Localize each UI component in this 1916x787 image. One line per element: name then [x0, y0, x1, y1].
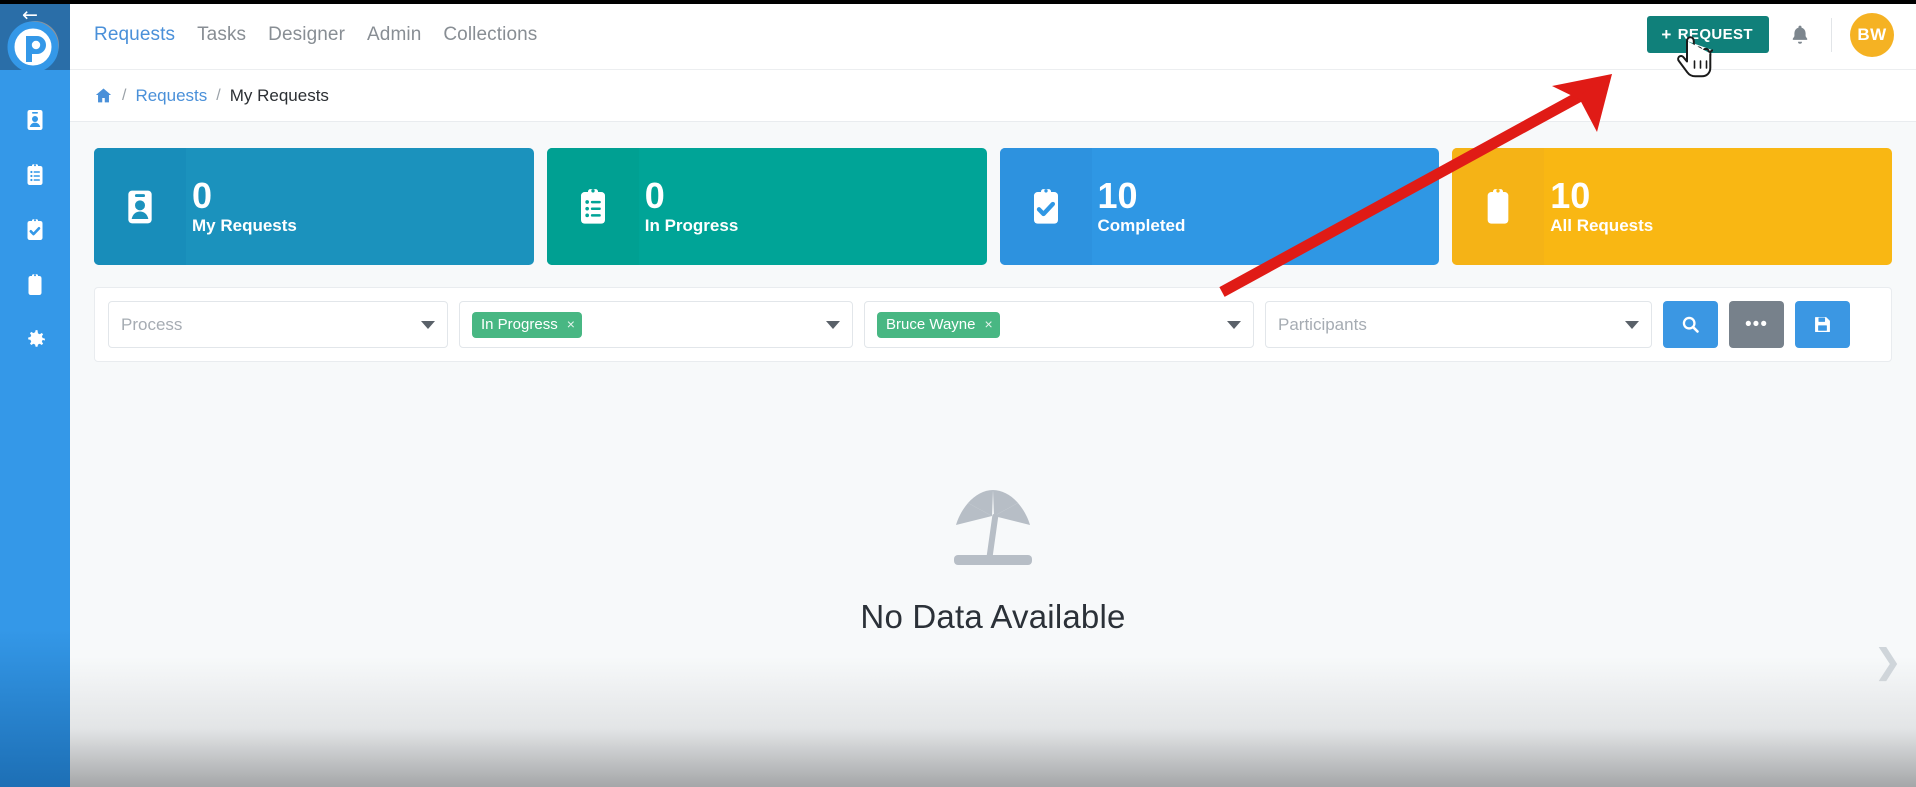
stat-card-body: 0 In Progress — [639, 174, 739, 237]
process-filter-placeholder: Process — [121, 314, 183, 334]
stat-card-completed[interactable]: 10 Completed — [999, 148, 1440, 265]
gear-icon — [27, 330, 45, 347]
sidebar: ← — [0, 0, 70, 787]
sidebar-item-settings[interactable] — [0, 312, 70, 367]
process-filter[interactable]: Process — [108, 301, 448, 348]
id-card-icon — [128, 190, 152, 223]
requester-filter[interactable]: Bruce Wayne × — [864, 301, 1254, 348]
stat-card-body: 10 Completed — [1092, 174, 1186, 237]
nav-link-tasks[interactable]: Tasks — [197, 24, 246, 46]
main-column: Requests Tasks Designer Admin Collection… — [70, 0, 1916, 787]
stat-card-icon-wrap — [999, 148, 1092, 265]
notifications-button[interactable] — [1769, 23, 1831, 47]
clipboard-check-icon — [1033, 188, 1058, 224]
nav-link-designer[interactable]: Designer — [268, 24, 345, 46]
chevron-down-icon — [1227, 320, 1241, 329]
ellipsis-icon: ••• — [1745, 313, 1768, 335]
stat-card-label: My Requests — [192, 216, 297, 236]
search-button[interactable] — [1663, 301, 1718, 348]
stat-card-label: Completed — [1097, 216, 1186, 236]
sidebar-items — [0, 70, 70, 367]
top-navigation: Requests Tasks Designer Admin Collection… — [70, 0, 1916, 70]
nav-link-admin[interactable]: Admin — [367, 24, 421, 46]
stat-card-label: All Requests — [1550, 216, 1654, 236]
stat-card-in-progress[interactable]: 0 In Progress — [546, 148, 987, 265]
save-icon — [1815, 317, 1830, 332]
nav-link-collections[interactable]: Collections — [443, 24, 537, 46]
breadcrumb: / Requests / My Requests — [70, 70, 1916, 122]
sidebar-logo[interactable]: ← — [0, 0, 70, 72]
stat-card-label: In Progress — [644, 216, 739, 236]
app-root: ← Requests Tasks Designer Admin Collecti… — [0, 0, 1916, 787]
sidebar-item-my-requests[interactable] — [0, 92, 70, 147]
stat-card-count: 10 — [1550, 174, 1591, 216]
breadcrumb-separator-1: / — [122, 86, 127, 104]
sidebar-item-completed[interactable] — [0, 202, 70, 257]
id-card-icon — [27, 109, 43, 130]
breadcrumb-link-requests[interactable]: Requests — [135, 86, 207, 106]
close-icon[interactable]: × — [567, 316, 575, 332]
filter-chip-status[interactable]: In Progress × — [472, 311, 582, 338]
participants-filter[interactable]: Participants — [1265, 301, 1652, 348]
clipboard-list-icon — [580, 188, 605, 224]
plus-icon: + — [1661, 25, 1672, 44]
search-icon — [1682, 316, 1699, 333]
chevron-down-icon — [421, 320, 435, 329]
pointer-hand-cursor — [1677, 36, 1714, 78]
nav-link-requests[interactable]: Requests — [94, 24, 175, 46]
sidebar-item-in-progress[interactable] — [0, 147, 70, 202]
stat-card-body: 0 My Requests — [186, 174, 297, 237]
clipboard-check-icon — [27, 218, 43, 240]
stat-card-icon-wrap — [94, 148, 186, 265]
clipboard-list-icon — [27, 163, 43, 185]
stat-card-all-requests[interactable]: 10 All Requests — [1452, 148, 1892, 265]
stat-card-icon-wrap — [546, 148, 639, 265]
chevron-down-icon — [826, 320, 840, 329]
filter-chip-label: Bruce Wayne — [886, 315, 976, 333]
bell-icon — [1792, 25, 1808, 44]
breadcrumb-current: My Requests — [229, 85, 329, 105]
more-options-button[interactable]: ••• — [1729, 301, 1784, 348]
chevron-down-icon — [1625, 320, 1639, 329]
window-top-edge — [0, 0, 1916, 4]
beach-umbrella-icon — [954, 490, 1032, 565]
filter-chip-requester[interactable]: Bruce Wayne × — [877, 311, 1000, 338]
page-content: 0 My Requests 0 In Progress 10 Completed… — [70, 122, 1916, 787]
sidebar-item-all-requests[interactable] — [0, 257, 70, 312]
stat-cards: 0 My Requests 0 In Progress 10 Completed… — [70, 122, 1916, 265]
home-icon[interactable] — [94, 86, 113, 105]
clipboard-icon — [1487, 188, 1509, 224]
status-filter[interactable]: In Progress × — [459, 301, 853, 348]
filter-chip-label: In Progress — [481, 315, 558, 333]
breadcrumb-separator-2: / — [216, 86, 221, 104]
avatar[interactable]: BW — [1850, 12, 1894, 57]
stat-card-my-requests[interactable]: 0 My Requests — [94, 148, 534, 265]
stat-card-count: 0 — [644, 174, 665, 216]
empty-state-message: No Data Available — [860, 598, 1126, 635]
stat-card-icon-wrap — [1452, 148, 1545, 265]
next-page-button[interactable]: ❯ — [1874, 645, 1903, 679]
stat-card-count: 0 — [192, 174, 213, 216]
back-arrow-icon[interactable]: ← — [22, 6, 38, 25]
empty-state: No Data Available — [70, 482, 1916, 636]
participants-filter-placeholder: Participants — [1278, 314, 1367, 334]
bottom-fade — [70, 657, 1916, 787]
stat-card-count: 10 — [1097, 174, 1138, 216]
filter-bar: Process In Progress × Bruce Wayne × Part… — [94, 287, 1892, 362]
clipboard-icon — [28, 273, 42, 295]
save-filter-button[interactable] — [1795, 301, 1850, 348]
nav-links: Requests Tasks Designer Admin Collection… — [94, 24, 537, 46]
close-icon[interactable]: × — [984, 316, 992, 332]
stat-card-body: 10 All Requests — [1544, 174, 1654, 237]
nav-divider — [1831, 17, 1832, 52]
